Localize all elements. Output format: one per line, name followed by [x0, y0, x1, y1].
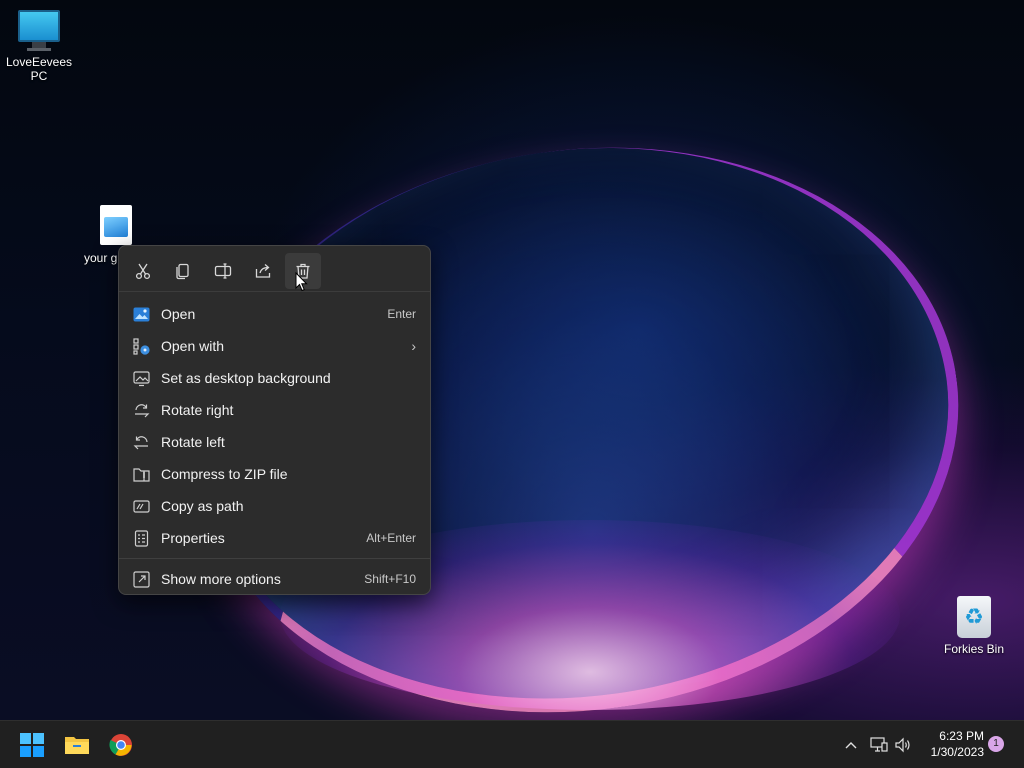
menu-item-copy-as-path[interactable]: Copy as path [119, 490, 430, 522]
chrome-icon [109, 734, 132, 756]
chevron-right-icon: › [411, 338, 416, 354]
menu-item-set-desktop-background[interactable]: Set as desktop background [119, 362, 430, 394]
properties-icon [132, 529, 150, 547]
menu-item-shortcut: Shift+F10 [364, 572, 416, 586]
more-options-icon [132, 570, 150, 588]
rename-icon [214, 262, 232, 279]
start-button[interactable] [16, 729, 48, 761]
context-menu-toolbar [119, 246, 430, 292]
chevron-up-icon [845, 742, 857, 749]
monitor-icon [0, 10, 79, 51]
zip-folder-icon [132, 465, 150, 483]
photos-app-icon [132, 305, 150, 323]
menu-item-label: Rotate right [161, 402, 234, 418]
context-menu-list: Open Enter Open with › Set as desktop ba… [119, 292, 430, 595]
image-file-icon [100, 205, 132, 245]
rotate-left-icon [132, 433, 150, 451]
menu-item-open[interactable]: Open Enter [119, 298, 430, 330]
volume-button[interactable] [894, 721, 916, 768]
menu-item-rotate-right[interactable]: Rotate right [119, 394, 430, 426]
menu-item-label: Properties [161, 530, 225, 546]
menu-item-compress-zip[interactable]: Compress to ZIP file [119, 458, 430, 490]
desktop-background-icon [132, 369, 150, 387]
windows-logo-icon [20, 733, 44, 757]
menu-item-open-with[interactable]: Open with › [119, 330, 430, 362]
cut-button[interactable] [125, 253, 161, 289]
context-menu: Open Enter Open with › Set as desktop ba… [118, 245, 431, 595]
folder-icon [65, 737, 89, 754]
show-hidden-icons-button[interactable] [842, 721, 860, 768]
menu-item-label: Copy as path [161, 498, 244, 514]
desktop-icon-label: Forkies Bin [943, 642, 1005, 656]
menu-item-label: Show more options [161, 571, 281, 587]
network-icon [870, 737, 888, 752]
menu-item-label: Open [161, 306, 196, 322]
network-button[interactable] [870, 721, 890, 768]
menu-item-shortcut: Enter [387, 307, 416, 321]
desktop-icon-recycle-bin[interactable]: ♻ Forkies Bin [934, 596, 1014, 656]
menu-item-label: Set as desktop background [161, 370, 331, 386]
share-button[interactable] [245, 253, 281, 289]
rotate-right-icon [132, 401, 150, 419]
menu-item-label: Open with [161, 338, 225, 354]
scissors-icon [135, 263, 151, 279]
file-explorer-button[interactable] [61, 729, 93, 761]
menu-item-show-more-options[interactable]: Show more options Shift+F10 [119, 563, 430, 595]
share-icon [255, 263, 271, 278]
copy-icon [176, 263, 189, 279]
mouse-cursor-icon [295, 272, 308, 292]
menu-item-label: Compress to ZIP file [161, 466, 288, 482]
recycle-bin-icon: ♻ [957, 596, 991, 638]
menu-separator [119, 558, 430, 559]
clock-date: 1/30/2023 [930, 745, 984, 759]
desktop-icon-this-pc[interactable]: LoveEevees PC [0, 10, 79, 83]
clock-time: 6:23 PM [939, 729, 984, 743]
speaker-icon [895, 737, 910, 753]
menu-item-label: Rotate left [161, 434, 225, 450]
rename-button[interactable] [205, 253, 241, 289]
desktop-icon-label: LoveEevees PC [5, 55, 73, 83]
copy-path-icon [132, 497, 150, 515]
taskbar: 6:23 PM 1/30/2023 [0, 720, 1024, 768]
chrome-button[interactable] [105, 729, 137, 761]
copy-button[interactable] [165, 253, 201, 289]
menu-item-properties[interactable]: Properties Alt+Enter [119, 522, 430, 554]
menu-item-rotate-left[interactable]: Rotate left [119, 426, 430, 458]
open-with-icon [132, 337, 150, 355]
notification-badge[interactable]: 1 [988, 736, 1004, 752]
menu-item-shortcut: Alt+Enter [366, 531, 416, 545]
taskbar-clock[interactable]: 6:23 PM 1/30/2023 [920, 728, 984, 760]
